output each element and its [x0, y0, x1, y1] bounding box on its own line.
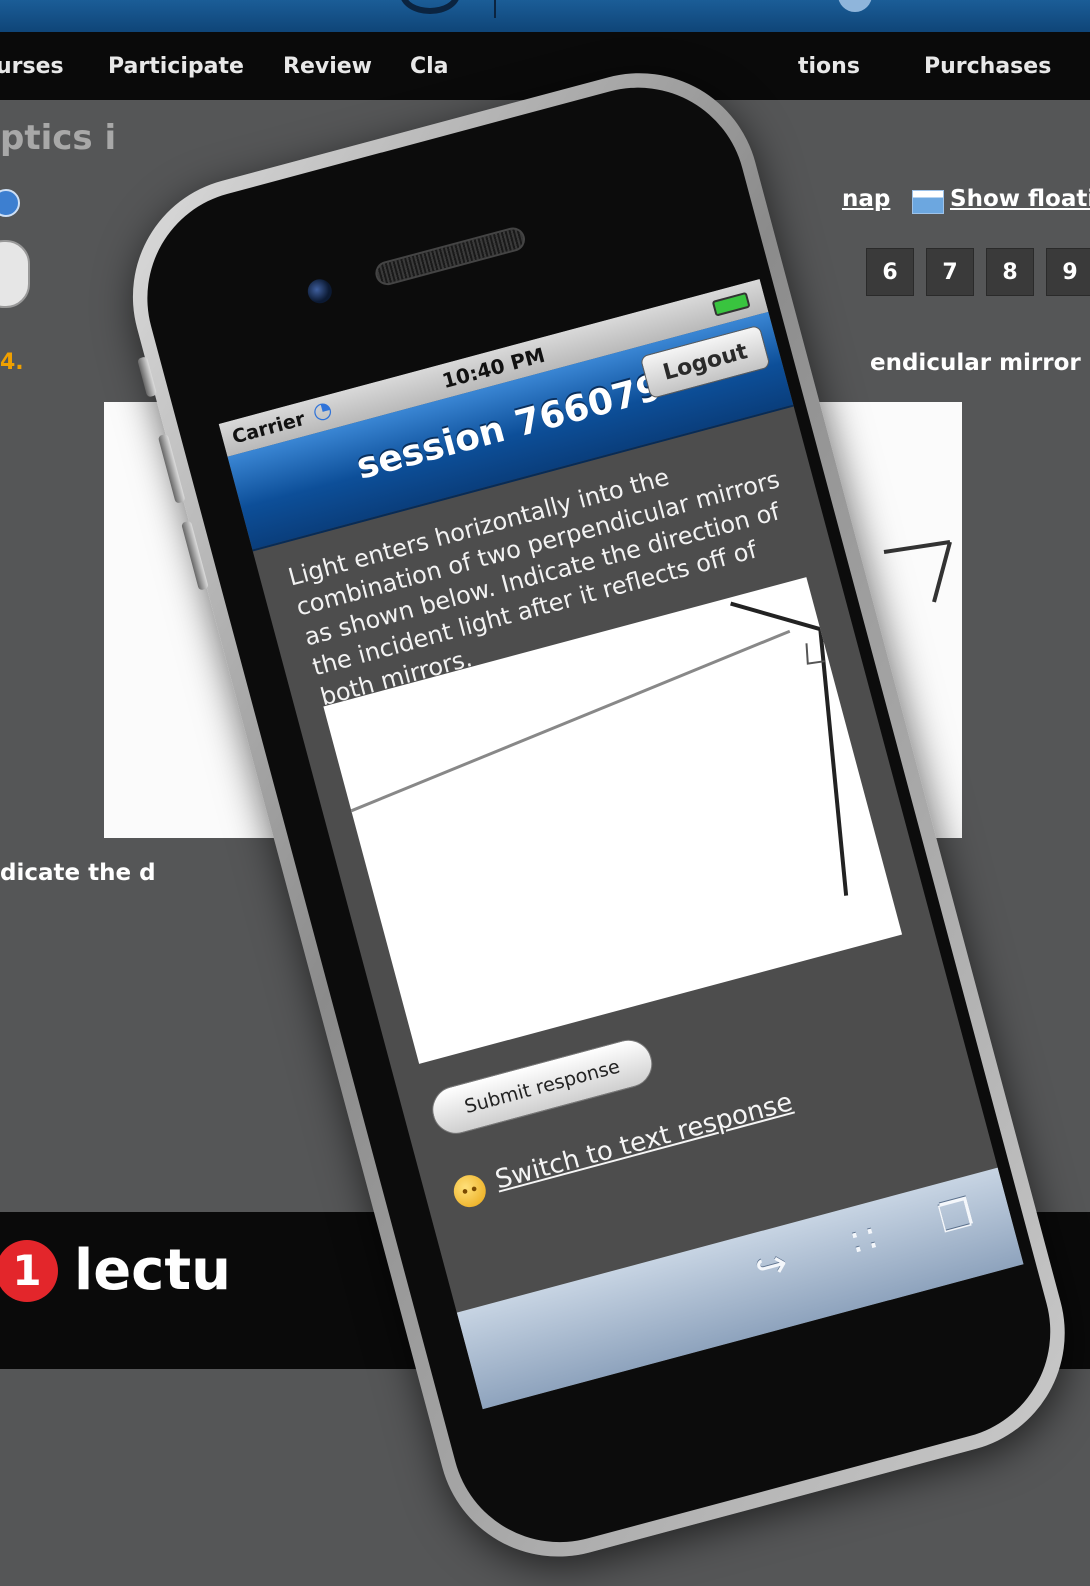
- page-button-9[interactable]: 9: [1046, 248, 1090, 296]
- mirror-2: [818, 629, 849, 896]
- previous-page-button[interactable]: [0, 240, 30, 308]
- header-divider: [494, 0, 496, 18]
- browser-toolbar: ↪ ∷ ❐: [456, 1167, 1024, 1410]
- bookmarks-icon[interactable]: ∷: [847, 1216, 882, 1265]
- nav-participate[interactable]: Participate: [108, 54, 244, 79]
- map-link[interactable]: nap: [842, 186, 890, 212]
- page-button-7[interactable]: 7: [926, 248, 974, 296]
- show-floating-link[interactable]: Show floatir: [950, 186, 1090, 212]
- nav-institutions[interactable]: tions: [798, 54, 860, 79]
- nav-review[interactable]: Review: [283, 54, 372, 79]
- mute-switch: [137, 356, 158, 398]
- mirror-1: [730, 601, 821, 632]
- nav-purchases[interactable]: Purchases: [924, 54, 1051, 79]
- logo: [400, 0, 460, 14]
- tabs-icon[interactable]: ❐: [934, 1190, 978, 1241]
- main-nav: urses Participate Review Cla tions Purch…: [0, 32, 1090, 100]
- lecture-heading: lectu: [74, 1238, 232, 1303]
- instruction-text: dicate the d: [0, 860, 156, 886]
- nav-classes[interactable]: Cla: [410, 54, 449, 79]
- question-text: endicular mirror: [870, 350, 1081, 376]
- window-icon: [912, 190, 944, 214]
- page-button-8[interactable]: 8: [986, 248, 1034, 296]
- site-header: [0, 0, 1090, 32]
- question-number: 4.: [0, 350, 24, 375]
- share-icon[interactable]: ↪: [750, 1240, 792, 1291]
- page-button-6[interactable]: 6: [866, 248, 914, 296]
- front-camera: [305, 276, 335, 306]
- earpiece-speaker: [372, 224, 528, 288]
- page-title: ptics i: [0, 118, 117, 158]
- header-logo-mark: [838, 0, 872, 12]
- confused-face-icon: ••: [450, 1171, 490, 1211]
- nav-courses[interactable]: urses: [0, 54, 64, 79]
- back-icon[interactable]: [0, 189, 20, 217]
